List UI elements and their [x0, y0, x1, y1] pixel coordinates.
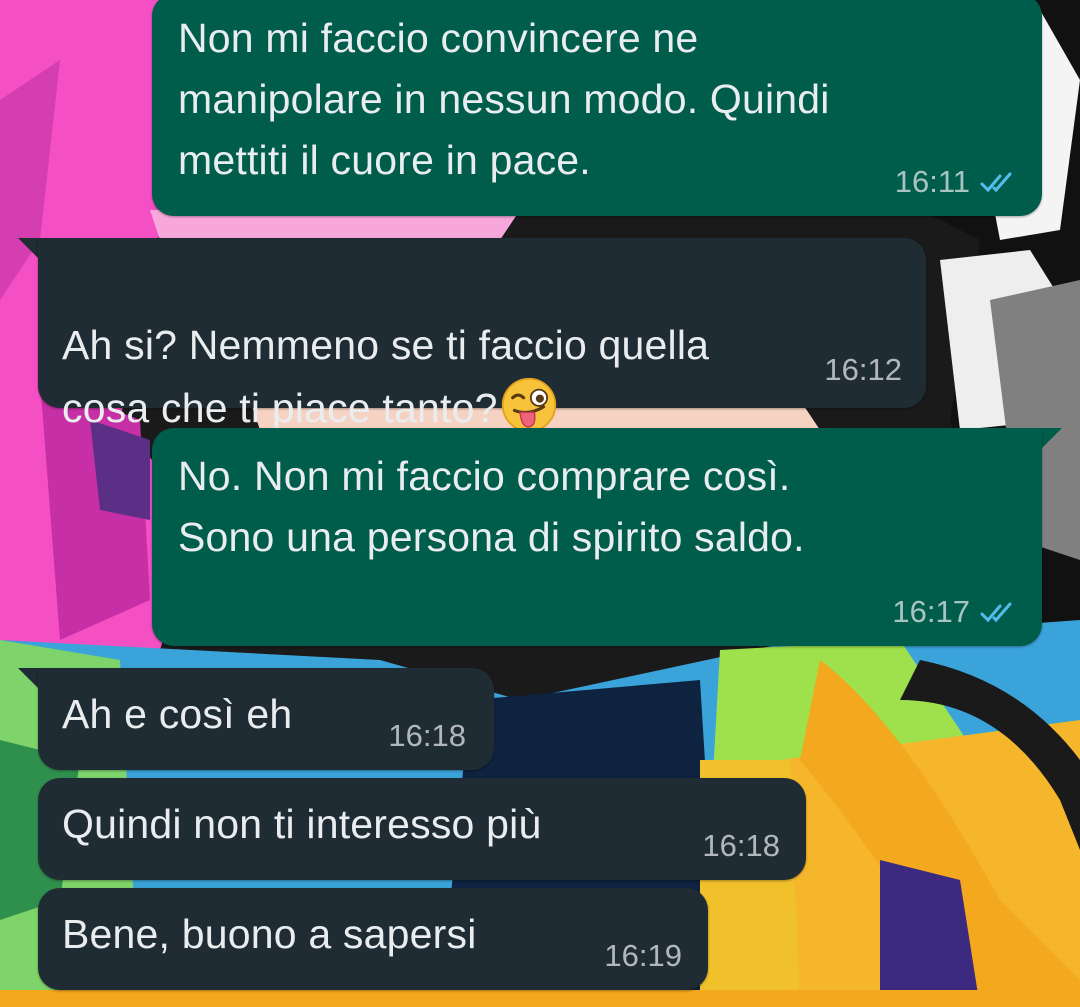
message-time: 16:19: [604, 938, 682, 973]
message-text: Ah e così eh: [62, 691, 293, 737]
read-double-tick-icon: [980, 602, 1012, 623]
message-text: Non mi faccio convincere ne manipolare i…: [178, 15, 830, 183]
message-meta: 16:19: [604, 938, 682, 974]
message-time: 16:18: [388, 718, 466, 753]
chat-message-list: Non mi faccio convincere ne manipolare i…: [0, 0, 1080, 1007]
outgoing-message-bubble[interactable]: No. Non mi faccio comprare così. Sono un…: [152, 428, 1042, 646]
incoming-bubble-tail: [18, 668, 40, 690]
incoming-message-bubble[interactable]: Bene, buono a sapersi 16:19: [38, 888, 708, 990]
message-meta: 16:18: [702, 828, 780, 864]
read-double-tick-icon: [980, 172, 1012, 193]
message-text-content: Ah si? Nemmeno se ti faccio quella cosa …: [62, 322, 710, 431]
outgoing-bubble-tail: [1040, 428, 1062, 450]
message-meta: 16:11: [895, 164, 1020, 200]
incoming-message-bubble[interactable]: Ah e così eh 16:18: [38, 668, 494, 770]
incoming-message-bubble[interactable]: Ah si? Nemmeno se ti faccio quella cosa …: [38, 238, 926, 433]
message-text: Quindi non ti interesso più: [62, 801, 542, 847]
message-time: 16:17: [892, 594, 970, 629]
message-time: 16:11: [894, 164, 970, 199]
message-text: No. Non mi faccio comprare così. Sono un…: [178, 453, 805, 560]
incoming-bubble-tail: [18, 238, 40, 260]
message-time: 16:18: [702, 828, 780, 863]
message-time: 16:12: [824, 352, 902, 387]
winking-face-with-tongue-emoji-icon: [501, 377, 556, 433]
message-meta: 16:17: [892, 594, 1020, 630]
outgoing-message-bubble[interactable]: Non mi faccio convincere ne manipolare i…: [152, 0, 1042, 216]
message-meta: 16:12: [824, 352, 902, 388]
message-meta: 16:18: [388, 718, 466, 754]
incoming-message-bubble[interactable]: Quindi non ti interesso più 16:18: [38, 778, 806, 880]
message-text: Bene, buono a sapersi: [62, 911, 477, 957]
message-text: Ah si? Nemmeno se ti faccio quella cosa …: [62, 254, 709, 439]
